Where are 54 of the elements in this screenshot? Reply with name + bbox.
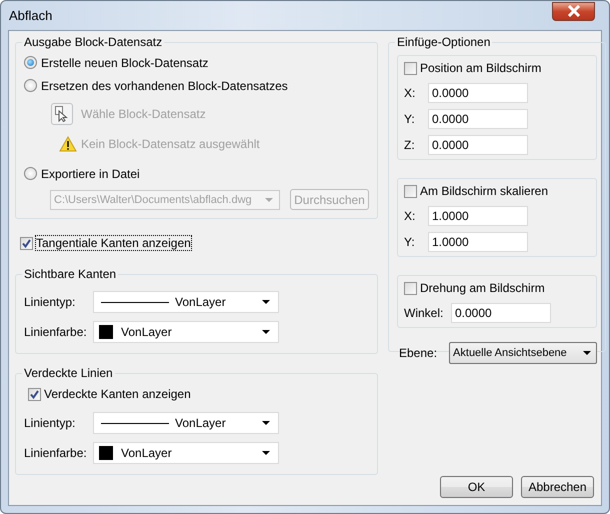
dropdown[interactable]: VonLayer [93, 412, 279, 434]
number-field[interactable]: 1.0000 [428, 206, 528, 226]
group-title: Verdeckte Linien [23, 366, 114, 380]
field-label: Linienfarbe: [24, 446, 88, 460]
option-checkbox[interactable]: Am Bildschirm skalieren [404, 182, 548, 200]
field-label: Winkel: [404, 306, 444, 320]
number-field[interactable]: 1.0000 [428, 232, 528, 252]
dropdown[interactable]: VonLayer [93, 442, 279, 464]
dropdown[interactable]: VonLayer [93, 321, 279, 343]
dropdown-arrow-icon [583, 351, 592, 355]
dialog-button[interactable]: OK [440, 476, 513, 498]
line-sample [101, 422, 169, 424]
color-swatch [99, 446, 113, 460]
warning-icon [59, 136, 77, 152]
layer-dropdown[interactable]: Aktuelle Ansichtsebene [449, 342, 598, 364]
close-icon [566, 5, 580, 17]
number-field[interactable]: 0.0000 [451, 303, 551, 323]
dropdown[interactable]: VonLayer [93, 291, 279, 313]
window-title: Abflach [9, 8, 52, 23]
radio-option[interactable]: Ersetzen des vorhandenen Block-Datensatzes [24, 74, 288, 97]
field-label: Linientyp: [24, 416, 76, 430]
checkmark-icon [21, 238, 32, 248]
field-label: X: [404, 209, 416, 223]
dropdown-arrow-icon [262, 330, 270, 334]
close-button[interactable] [552, 2, 595, 20]
radio-option[interactable]: Exportiere in Datei [24, 162, 140, 185]
dropdown-arrow-icon [262, 300, 270, 304]
group-title: Ausgabe Block-Datensatz [23, 35, 164, 49]
dialog-button[interactable]: Abbrechen [521, 476, 594, 498]
dropdown-arrow-icon [265, 198, 273, 202]
field-label: Z: [404, 138, 416, 152]
group-title: Einfüge-Optionen [396, 35, 492, 49]
color-swatch [99, 325, 113, 339]
field-label: X: [404, 86, 416, 100]
pick-label: Wähle Block-Datensatz [81, 107, 206, 121]
option-checkbox[interactable]: Position am Bildschirm [404, 59, 542, 77]
number-field[interactable]: 0.0000 [428, 109, 528, 129]
dropdown-arrow-icon [262, 421, 270, 425]
field-label: Y: [404, 112, 416, 126]
field-label: Ebene: [399, 346, 438, 360]
cursor-select-icon [55, 106, 69, 122]
dropdown-arrow-icon [262, 451, 270, 455]
field-label: Linientyp: [24, 295, 76, 309]
checkmark-icon [29, 388, 40, 400]
field-label: Linienfarbe: [24, 325, 88, 339]
radio-option[interactable]: Erstelle neuen Block-Datensatz [24, 51, 208, 74]
group-title: Sichtbare Kanten [23, 267, 118, 281]
number-field[interactable]: 0.0000 [428, 83, 528, 103]
number-field[interactable]: 0.0000 [428, 135, 528, 155]
field-label: Y: [404, 235, 416, 249]
hidden-edges-checkbox[interactable]: Verdeckte Kanten anzeigen [28, 384, 191, 404]
tangent-checkbox[interactable]: Tangentiale Kanten anzeigen [20, 233, 191, 253]
option-checkbox[interactable]: Drehung am Bildschirm [404, 279, 545, 297]
warning-text: Kein Block-Datensatz ausgewählt [81, 137, 260, 151]
